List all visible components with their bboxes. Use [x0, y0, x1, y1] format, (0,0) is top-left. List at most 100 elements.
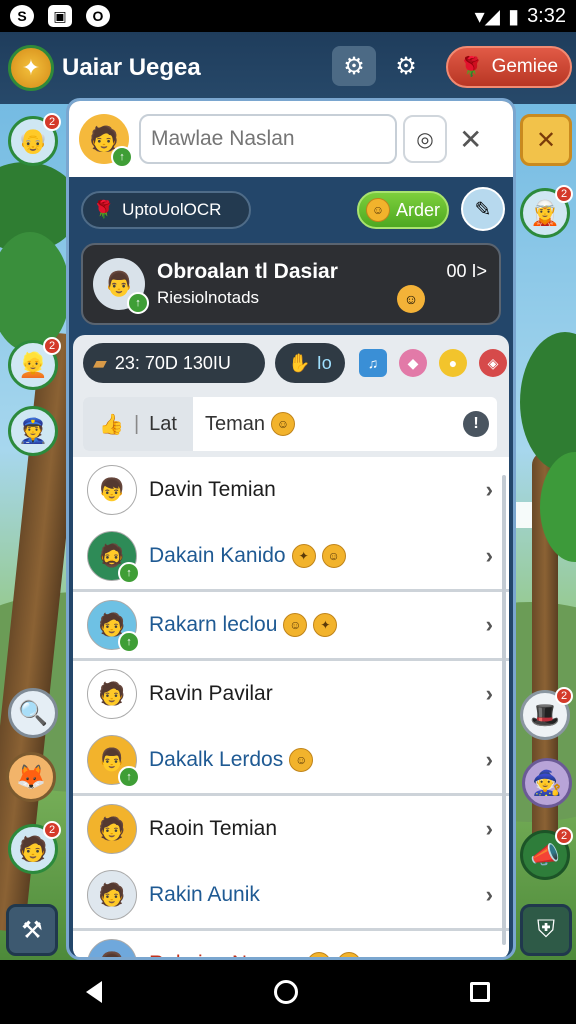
tools-icon[interactable]: ⚒: [6, 904, 58, 956]
side-avatar-wizard[interactable]: 🧙: [522, 758, 572, 808]
featured-count[interactable]: 00 I>: [446, 261, 487, 282]
search-input[interactable]: [139, 114, 397, 164]
friends-list: 👦 Davin Temian › 🧔 ↑ Dakain Kanido ✦ ☺ › 🧑 ↑ Rakarn…: [73, 457, 509, 957]
notification-dot: 2: [555, 827, 573, 845]
online-badge-icon: ↑: [118, 766, 140, 788]
friends-list-panel: ▰ 23: 70D 130IU ✋ Io ♫ ◆ ● ◈ 👍 | Lat Tem…: [73, 335, 509, 957]
music-note-icon[interactable]: ♫: [359, 349, 387, 377]
friend-group: 👦 Davin Temian › 🧔 ↑ Dakain Kanido ✦ ☺ ›: [73, 457, 509, 592]
item-chip[interactable]: ✋ Io: [275, 343, 345, 383]
notification-dot: 2: [43, 821, 61, 839]
friend-name: Rakin Aunik: [149, 883, 260, 907]
friend-avatar: 🧔 ↑: [87, 531, 140, 584]
friend-group: 👩↑ Rakain aNerunu ✦ ☺ ›: [73, 931, 509, 957]
friend-group: 🧑 ↑ Rakarn leclou ☺ ✦ ›: [73, 592, 509, 661]
smiley-icon: ☺: [365, 198, 390, 222]
scrollbar[interactable]: [502, 475, 506, 945]
side-avatar-pirate[interactable]: 🧑 2: [8, 821, 61, 874]
close-icon[interactable]: ✕: [459, 123, 482, 156]
side-avatar-girl[interactable]: 👱 2: [8, 337, 61, 390]
pink-gem-icon[interactable]: ◆: [399, 349, 427, 377]
chevron-right-icon[interactable]: ›: [486, 681, 493, 707]
friend-group: 🧑 Ravin Pavilar › 👨 ↑ Dakalk Lerdos ☺ ›: [73, 661, 509, 796]
friends-panel: 🧑↑ ◎ ✕ 🌹 UptoUolOCR ☺ Arder ✎ 👨↑ Obroala…: [66, 98, 516, 960]
friend-avatar: 👨 ↑: [87, 735, 140, 788]
friend-row[interactable]: 🧑 ↑ Rakarn leclou ☺ ✦ ›: [73, 592, 509, 658]
chevron-right-icon[interactable]: ›: [486, 477, 493, 503]
back-icon[interactable]: [86, 981, 102, 1003]
online-badge-icon: ↑: [118, 562, 140, 584]
alert-icon[interactable]: !: [463, 411, 489, 437]
verified-badge-icon: ↑: [127, 292, 149, 314]
order-button[interactable]: ☺ Arder: [357, 191, 449, 229]
chevron-right-icon[interactable]: ›: [486, 747, 493, 773]
friend-row[interactable]: 🧑 Raoin Temian ›: [73, 796, 509, 862]
status-bar: S ▣ O ▾◢ ▮ 3:32: [0, 0, 576, 32]
notification-dot: 2: [43, 113, 61, 131]
app-logo-icon[interactable]: ✦: [8, 45, 54, 91]
emoji-badge-icon: ☺: [336, 952, 361, 957]
online-badge-icon: ↑: [118, 631, 140, 653]
friend-row[interactable]: 🧑 Ravin Pavilar ›: [73, 661, 509, 727]
friend-name-text: Raoin Temian: [149, 817, 278, 840]
gold-coin-icon[interactable]: ●: [439, 349, 467, 377]
navigation-bar: [0, 960, 576, 1024]
shield-icon[interactable]: ⛨: [520, 904, 572, 956]
chevron-right-icon[interactable]: ›: [486, 612, 493, 638]
friend-name: Ravin Pavilar: [149, 682, 273, 706]
thumbs-up-icon: 👍: [99, 413, 124, 436]
chevron-right-icon[interactable]: ›: [486, 882, 493, 908]
chef-hat-icon[interactable]: 🎩 2: [520, 687, 573, 740]
friend-name: Rakarn leclou ☺ ✦: [149, 613, 338, 637]
side-avatar-guard[interactable]: 👮: [8, 406, 58, 456]
red-gem-icon[interactable]: ◈: [479, 349, 507, 377]
tab-like[interactable]: 👍 | Lat: [83, 397, 193, 451]
friend-row[interactable]: 🧔 ↑ Dakain Kanido ✦ ☺ ›: [73, 523, 509, 589]
home-icon[interactable]: [274, 980, 298, 1004]
featured-friend-card[interactable]: 👨 ↑ Obroalan tl Dasiar Riesiolnotads 00 I…: [81, 243, 501, 325]
app-notification-icon: S: [10, 5, 34, 27]
megaphone-icon[interactable]: 📣 2: [520, 827, 573, 880]
friend-row[interactable]: 👨 ↑ Dakalk Lerdos ☺ ›: [73, 727, 509, 793]
rose-icon: 🌹: [93, 200, 115, 219]
featured-avatar: 👨 ↑: [93, 258, 149, 314]
friend-avatar: 🧑: [87, 870, 137, 920]
gear-icon[interactable]: ⚙: [332, 46, 376, 86]
friend-avatar: 👦: [87, 465, 137, 515]
wand-icon[interactable]: ✎: [461, 187, 505, 231]
friend-name-text: Davin Temian: [149, 478, 276, 501]
side-avatar-farmer[interactable]: 👴 2: [8, 113, 61, 166]
friend-name-text: Rakarn leclou: [149, 613, 278, 636]
notification-dot: 2: [555, 687, 573, 705]
crossed-swords-icon[interactable]: ✕: [520, 114, 572, 166]
friend-avatar: 🧑: [87, 669, 137, 719]
currency-chip[interactable]: ▰ 23: 70D 130IU: [83, 343, 265, 383]
friend-row[interactable]: 🧑 Rakin Aunik ›: [73, 862, 509, 928]
search-icon[interactable]: 🔍: [8, 688, 58, 738]
tab-team[interactable]: Teman ☺: [205, 412, 296, 436]
emoji-badge-icon: ☺: [283, 613, 308, 637]
filter-chip[interactable]: 🌹 UptoUolOCR: [81, 191, 251, 229]
verified-badge-icon: ↑: [111, 146, 133, 168]
smiley-icon: ☺: [397, 285, 425, 313]
recent-apps-icon[interactable]: [470, 982, 490, 1002]
chevron-right-icon[interactable]: ›: [486, 951, 493, 957]
rose-icon: 🌹: [459, 57, 484, 78]
friend-row[interactable]: 👦 Davin Temian ›: [73, 457, 509, 523]
my-avatar[interactable]: 🧑 ↑: [79, 114, 133, 168]
wood-icon: ▰: [93, 352, 107, 373]
games-button[interactable]: 🌹 Gemiee: [446, 46, 572, 88]
side-avatar-elf[interactable]: 🧝 2: [520, 185, 573, 238]
filter-icon[interactable]: ◎: [403, 115, 447, 163]
side-avatar-fox[interactable]: 🦊: [6, 752, 56, 802]
friend-avatar: 👩↑: [87, 939, 137, 957]
friend-row[interactable]: 👩↑ Rakain aNerunu ✦ ☺ ›: [73, 931, 509, 957]
emoji-badge-icon: ✦: [313, 613, 338, 637]
chevron-right-icon[interactable]: ›: [486, 543, 493, 569]
friend-avatar: 🧑 ↑: [87, 600, 140, 653]
settings-icon[interactable]: ⚙: [384, 46, 428, 86]
battery-icon: ▮: [508, 5, 520, 28]
friend-name: Dakalk Lerdos ☺: [149, 748, 314, 772]
chevron-right-icon[interactable]: ›: [486, 816, 493, 842]
emoji-badge-icon: ✦: [306, 952, 331, 957]
